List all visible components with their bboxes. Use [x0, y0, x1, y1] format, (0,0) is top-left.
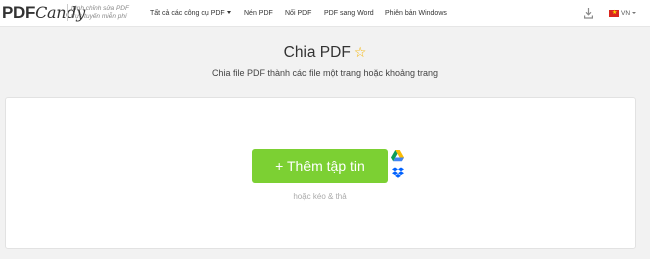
tagline-line-1: trình chỉnh sửa PDF [71, 5, 129, 12]
language-selector[interactable]: VN [621, 9, 637, 19]
top-header: PDFCandy trình chỉnh sửa PDF trực tuyến … [0, 0, 650, 27]
language-chevron-down-icon [632, 12, 637, 14]
vietnam-flag-icon[interactable]: ★ [609, 10, 619, 17]
page-subtitle: Chia file PDF thành các file một trang h… [211, 68, 439, 78]
star-icon[interactable]: ☆ [354, 44, 367, 60]
logo-divider [67, 4, 68, 21]
logo-tagline: trình chỉnh sửa PDF trực tuyến miễn phí [71, 5, 129, 21]
dropbox-icon[interactable] [392, 167, 404, 179]
add-file-button[interactable]: + Thêm tập tin [252, 149, 388, 183]
flag-star-icon: ★ [612, 10, 618, 16]
nav-pdf-to-word[interactable]: PDF sang Word [324, 9, 374, 19]
nav-all-tools-label: Tất cả các công cụ PDF [150, 10, 225, 17]
drag-drop-hint: hoặc kéo & thả [293, 192, 347, 201]
page-title-text: Chia PDF [283, 44, 351, 61]
logo-pdf-text: PDF [2, 3, 36, 22]
chevron-down-icon [226, 11, 231, 14]
page-title: Chia PDF ☆ [0, 42, 650, 63]
nav-all-tools[interactable]: Tất cả các công cụ PDF [150, 9, 231, 19]
nav-merge-pdf[interactable]: Nối PDF [285, 9, 311, 19]
tagline-line-2: trực tuyến miễn phí [71, 13, 127, 20]
nav-compress-pdf[interactable]: Nén PDF [244, 9, 273, 19]
language-label: VN [621, 10, 631, 17]
nav-windows-version[interactable]: Phiên bản Windows [385, 9, 447, 19]
download-icon[interactable] [584, 8, 593, 19]
google-drive-icon[interactable] [391, 150, 404, 162]
